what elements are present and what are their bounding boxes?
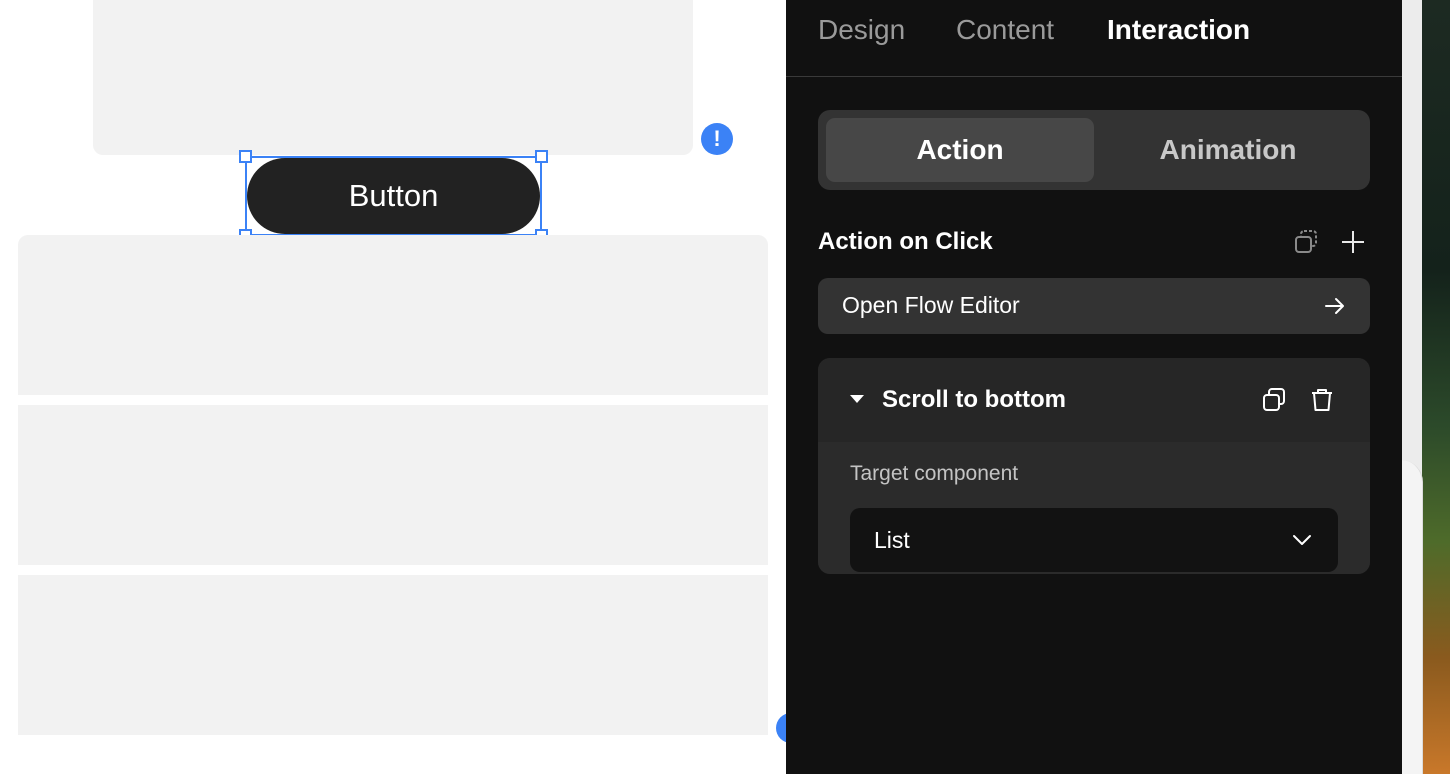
- desktop-wallpaper: [1422, 0, 1450, 774]
- section-title: Action on Click: [818, 228, 993, 255]
- segmented-control: Action Animation: [818, 110, 1370, 190]
- exclamation-icon: !: [713, 126, 721, 151]
- canvas-button[interactable]: Button: [247, 158, 540, 234]
- selected-button-frame[interactable]: Button: [239, 150, 548, 242]
- arrow-right-icon: [1322, 292, 1348, 320]
- target-component-select[interactable]: List: [850, 508, 1338, 572]
- list-item-placeholder[interactable]: [18, 575, 768, 735]
- properties-panel: Design Content Interaction Action Animat…: [786, 0, 1402, 774]
- list-item-placeholder[interactable]: [18, 235, 768, 395]
- design-canvas[interactable]: Button !: [0, 0, 806, 774]
- action-card: Scroll to bottom Target component List: [818, 358, 1370, 574]
- resize-handle-top-right[interactable]: [535, 150, 548, 163]
- warning-badge[interactable]: !: [701, 123, 733, 155]
- caret-down-icon[interactable]: [848, 390, 866, 408]
- background-window-edge: [1402, 460, 1423, 774]
- plus-icon[interactable]: [1339, 228, 1367, 256]
- action-card-title: Scroll to bottom: [882, 386, 1066, 413]
- segment-action[interactable]: Action: [826, 118, 1094, 182]
- select-value: List: [874, 527, 910, 553]
- chevron-down-icon: [1290, 528, 1314, 552]
- flow-editor-label: Open Flow Editor: [842, 292, 1020, 318]
- duplicate-icon[interactable]: [1260, 386, 1288, 414]
- target-component-label: Target component: [850, 462, 1019, 485]
- list-item-placeholder[interactable]: [18, 405, 768, 565]
- segment-animation[interactable]: Animation: [1094, 118, 1362, 182]
- panel-tabs: Design Content Interaction: [786, 0, 1402, 77]
- tab-interaction[interactable]: Interaction: [1107, 14, 1250, 46]
- canvas-block-top[interactable]: [93, 0, 693, 155]
- tab-content[interactable]: Content: [956, 14, 1054, 46]
- open-flow-editor-button[interactable]: Open Flow Editor: [818, 278, 1370, 334]
- trash-icon[interactable]: [1308, 386, 1336, 414]
- background-strip: [1402, 0, 1450, 774]
- copy-icon[interactable]: [1292, 228, 1320, 256]
- tab-design[interactable]: Design: [818, 14, 905, 46]
- action-card-body: Target component List: [818, 442, 1370, 574]
- action-card-header[interactable]: Scroll to bottom: [818, 358, 1370, 442]
- resize-handle-top-left[interactable]: [239, 150, 252, 163]
